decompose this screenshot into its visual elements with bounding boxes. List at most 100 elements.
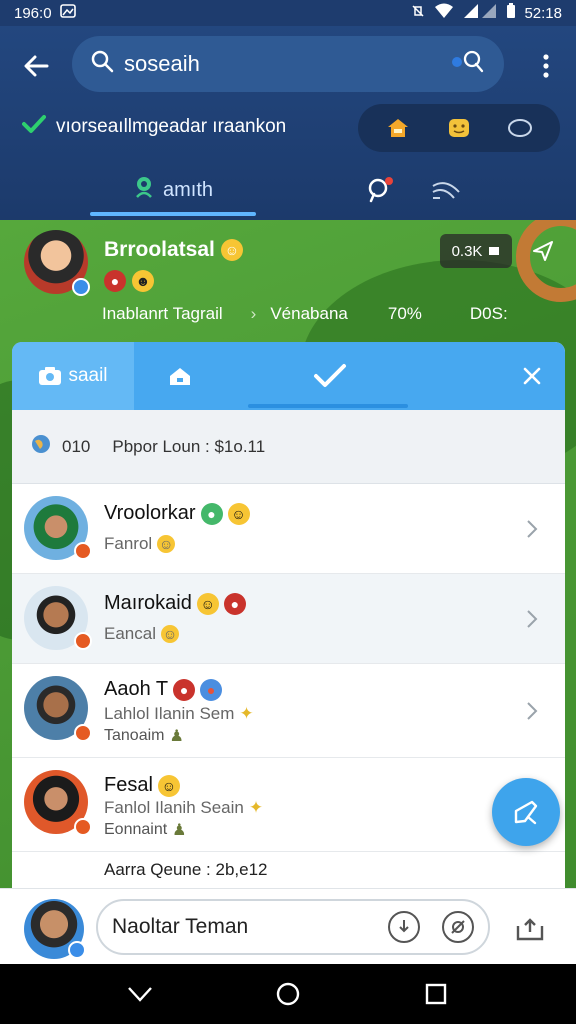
smile-emoji-icon: ☺ xyxy=(227,502,250,525)
filter-row[interactable]: 010 Pbpor Loun : $1o.11 xyxy=(12,410,565,484)
stat-separator: › xyxy=(250,304,257,323)
profile-stats: Inablanrt Tagrail › Vénabana 70% D0S: xyxy=(102,300,562,328)
list-item[interactable]: Aaoh T ● ● Lahlol Ilanin Sem ✦ Tanoaim ♟ xyxy=(12,664,565,758)
contact-subtitle: Lahlol Ilanin Sem xyxy=(104,704,235,723)
share-button[interactable] xyxy=(528,236,558,266)
profile-avatar[interactable] xyxy=(24,230,90,296)
face-icon xyxy=(448,119,469,137)
list-item[interactable]: Vroolorkar ● ☺ Fanrol ☺ xyxy=(12,484,565,574)
card-tab-home[interactable] xyxy=(160,356,200,396)
system-nav-bar xyxy=(0,964,576,1024)
status-time: 196:0 xyxy=(14,4,52,22)
signal-waves-icon xyxy=(432,182,460,199)
signal-icon xyxy=(462,3,498,23)
figure-icon: ♟ xyxy=(172,822,187,839)
profile-name-row: Brroolatsal ☺ xyxy=(104,238,243,262)
edit-icon xyxy=(514,800,538,825)
send-icon xyxy=(533,241,553,261)
nav-back-button[interactable] xyxy=(122,978,158,1010)
profile-emojis: ● ☻ xyxy=(104,270,154,292)
smile-emoji-icon: ☺ xyxy=(157,774,180,797)
arrow-left-icon xyxy=(24,55,49,77)
balloon-icon: ● xyxy=(200,678,223,701)
sparkle-icon: ✦ xyxy=(248,798,264,817)
contact-name-row: Aaoh T ● ● xyxy=(104,678,223,701)
card-tab-check[interactable] xyxy=(310,356,350,396)
message-input[interactable]: Naoltar Teman xyxy=(96,899,490,955)
check-icon xyxy=(22,114,46,140)
contact-name: Vroolorkar xyxy=(104,502,196,524)
nav-home-button[interactable] xyxy=(270,978,306,1010)
house-icon xyxy=(388,119,409,137)
more-options-button[interactable] xyxy=(534,48,558,84)
upload-icon xyxy=(516,918,544,941)
filter-text: Pbpor Loun : $1o.11 xyxy=(112,436,266,456)
online-emoji-icon: ● xyxy=(200,502,223,525)
sparkle-icon: ✦ xyxy=(239,704,254,723)
attach-button[interactable] xyxy=(388,911,420,943)
filter-count: 010 xyxy=(62,436,91,456)
verified-badge-icon xyxy=(72,278,90,296)
stat-extra: D0S: xyxy=(469,304,508,323)
chat-bubble-icon xyxy=(507,119,532,137)
status-badge-icon xyxy=(74,632,92,650)
tab-activity[interactable] xyxy=(428,172,464,208)
tab-main[interactable]: amıth xyxy=(90,162,256,218)
basketball-icon: ● xyxy=(173,678,196,701)
contact-subtitle-row: Fanlol Ilanih Seain ✦ xyxy=(104,798,263,818)
cool-emoji-icon: ☺ xyxy=(196,592,219,615)
message-placeholder: Naoltar Teman xyxy=(112,915,249,938)
counter-value: 0.3K xyxy=(451,242,483,260)
card-tab-indicator xyxy=(248,404,408,408)
list-item[interactable]: Fesal ☺ Fanlol Ilanih Seain ✦ Eonnaint ♟ xyxy=(12,758,565,852)
contact-subtitle: Fanrol xyxy=(104,534,153,553)
send-button[interactable] xyxy=(510,911,550,947)
message-composer: Naoltar Teman xyxy=(0,888,576,964)
contact-subtitle-row: Fanrol ☺ xyxy=(104,534,176,554)
location-pin-icon xyxy=(133,175,155,205)
contacts-card: saail 010 Pbpor Loun : $1o.11 Vroolorkar… xyxy=(12,342,565,964)
stat-percent: 70% xyxy=(387,304,422,323)
home-circle-icon xyxy=(276,982,300,1006)
sticker-button[interactable] xyxy=(442,911,474,943)
profile-area: Brroolatsal ☺ ● ☻ 0.3K Inablanrt Tagrail… xyxy=(0,220,576,964)
contact-subtitle2: Eonnaint xyxy=(104,821,168,838)
tab-search-people[interactable] xyxy=(362,172,398,208)
compose-fab[interactable] xyxy=(492,778,560,846)
contact-subtitle2-row: Tanoaim ♟ xyxy=(104,726,184,746)
search-query[interactable]: soseaih xyxy=(124,51,200,77)
contact-subtitle2-row: Eonnaint ♟ xyxy=(104,820,187,840)
back-button[interactable] xyxy=(18,48,54,84)
voice-search-icon[interactable] xyxy=(448,48,486,80)
tab-main-label: amıth xyxy=(162,178,214,201)
home-badge-button[interactable] xyxy=(380,110,416,146)
card-close-button[interactable] xyxy=(512,356,552,396)
verified-badge-icon xyxy=(68,941,86,959)
status-bar: 196:0 52:18 xyxy=(0,0,576,26)
status-badge-icon xyxy=(74,724,92,742)
contact-name-row: Maırokaid ☺ ● xyxy=(104,592,246,615)
chat-bubble-button[interactable] xyxy=(502,110,538,146)
stat-label: Vénabana xyxy=(270,304,348,323)
emoji-button[interactable] xyxy=(441,110,477,146)
list-item[interactable]: Maırokaid ☺ ● Eancal ☺ xyxy=(12,574,565,664)
contact-subtitle-row: Lahlol Ilanin Sem ✦ xyxy=(104,704,254,724)
globe-icon xyxy=(30,433,52,460)
search-bar[interactable]: soseaih xyxy=(72,36,504,92)
wink-emoji-icon: ☻ xyxy=(132,270,154,292)
contact-name-row: Vroolorkar ● ☺ xyxy=(104,502,250,525)
follower-counter[interactable]: 0.3K xyxy=(440,234,512,268)
chevron-down-icon xyxy=(128,987,152,1002)
profile-name: Brroolatsal xyxy=(104,238,215,261)
summary-row: Aarra Qeune : 2b,e12 xyxy=(104,860,268,879)
nav-recents-button[interactable] xyxy=(418,978,454,1010)
tab-bar: amıth xyxy=(0,162,576,218)
square-icon xyxy=(489,247,500,255)
check-icon xyxy=(314,364,346,387)
basketball-icon: ● xyxy=(223,592,246,615)
contact-name: Maırokaid xyxy=(104,592,192,614)
card-tab-camera[interactable]: saail xyxy=(12,342,134,410)
verified-text: vıorseaıllmgeadar ıraankon xyxy=(56,116,287,137)
contact-subtitle: Eancal xyxy=(104,624,156,643)
chevron-right-icon xyxy=(522,514,542,544)
